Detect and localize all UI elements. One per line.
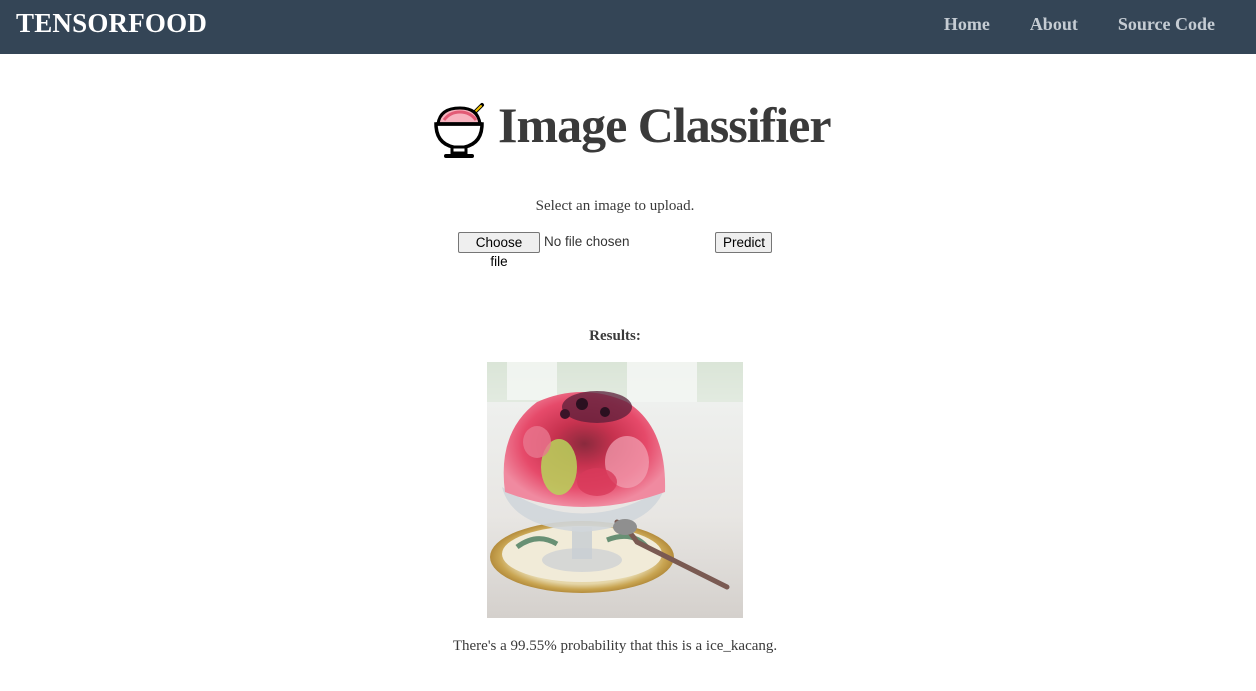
navbar: TENSORFOOD Home About Source Code (0, 0, 1256, 54)
choose-file-button[interactable]: Choose file (458, 232, 540, 269)
nav-link-source-code[interactable]: Source Code (1118, 14, 1215, 35)
prediction-result-text: There's a 99.55% probability that this i… (452, 638, 778, 654)
page-title: Image Classifier (498, 97, 832, 153)
nav-link-about[interactable]: About (1030, 14, 1078, 35)
ice-kacang-photo (487, 362, 743, 618)
title-row: Image Classifier (0, 96, 1256, 162)
nav-links: Home About Source Code (944, 14, 1215, 35)
nav-link-home[interactable]: Home (944, 14, 990, 35)
shaved-ice-icon (434, 103, 484, 158)
predict-button[interactable]: Predict (715, 232, 772, 253)
result-image (487, 362, 743, 618)
upload-instruction: Select an image to upload. (535, 198, 695, 214)
brand-logo[interactable]: TENSORFOOD (16, 8, 207, 39)
results-label: Results: (589, 328, 641, 344)
file-status-text: No file chosen (544, 234, 630, 249)
upload-form: Choose file No file chosen Predict (458, 232, 778, 269)
